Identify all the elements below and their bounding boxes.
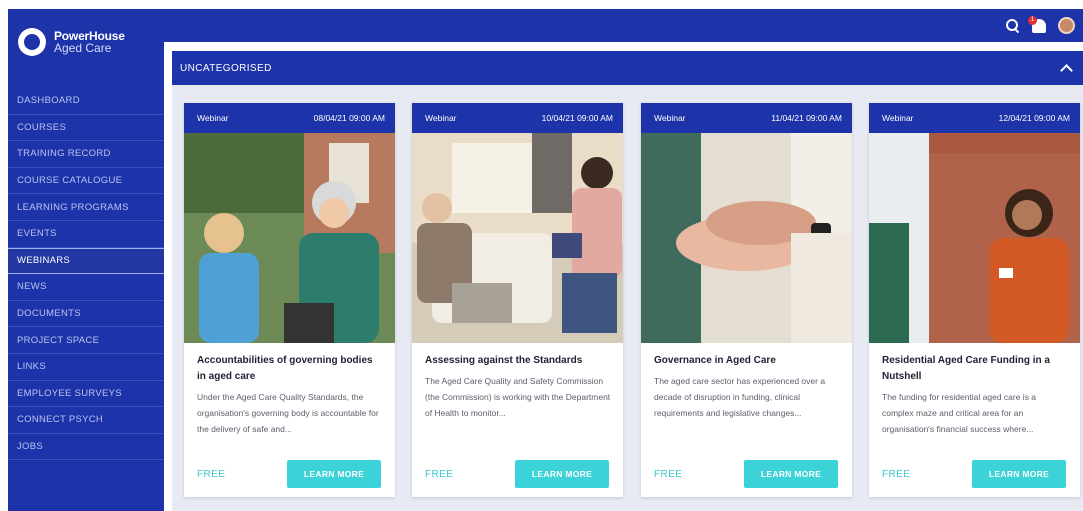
sidebar: PowerHouse Aged Care DASHBOARD COURSES T… [8, 9, 164, 511]
card-title[interactable]: Accountabilities of governing bodies in … [184, 343, 395, 385]
sidebar-item-connect-psych[interactable]: CONNECT PSYCH [8, 407, 164, 434]
learn-more-button[interactable]: LEARN MORE [287, 460, 381, 488]
sidebar-item-webinars[interactable]: WEBINARS [8, 247, 164, 275]
card-header: Webinar 12/04/21 09:00 AM [869, 103, 1080, 133]
user-avatar[interactable] [1058, 17, 1075, 34]
card-title[interactable]: Governance in Aged Care [641, 343, 852, 369]
sidebar-item-documents[interactable]: DOCUMENTS [8, 301, 164, 328]
webinar-card[interactable]: Webinar 10/04/21 09:00 AM Assessing agai… [412, 103, 623, 497]
sidebar-item-learning-programs[interactable]: LEARNING PROGRAMS [8, 194, 164, 221]
card-description: The Aged Care Quality and Safety Commiss… [425, 376, 611, 418]
card-date: 12/04/21 09:00 AM [998, 113, 1070, 123]
search-icon[interactable] [1005, 18, 1020, 33]
card-header: Webinar 10/04/21 09:00 AM [412, 103, 623, 133]
webinar-card[interactable]: Webinar 11/04/21 09:00 AM Governance in … [641, 103, 852, 497]
sidebar-item-course-catalogue[interactable]: COURSE CATALOGUE [8, 168, 164, 195]
learn-more-button[interactable]: LEARN MORE [972, 460, 1066, 488]
card-type: Webinar [882, 113, 914, 123]
chevron-up-icon[interactable] [1060, 64, 1073, 77]
sidebar-nav: DASHBOARD COURSES TRAINING RECORD COURSE… [8, 88, 164, 461]
brand-logo[interactable]: PowerHouse Aged Care [18, 27, 125, 57]
sidebar-item-links[interactable]: LINKS [8, 354, 164, 381]
section-title: UNCATEGORISED [180, 62, 272, 74]
webinar-card[interactable]: Webinar 08/04/21 09:00 AM Accountabiliti… [184, 103, 395, 497]
sidebar-item-news[interactable]: NEWS [8, 274, 164, 301]
card-description: The funding for residential aged care is… [882, 392, 1037, 434]
brand-name: PowerHouse Aged Care [54, 30, 125, 54]
section-header[interactable]: UNCATEGORISED [172, 51, 1083, 85]
holding-hands-photo [641, 133, 852, 343]
sidebar-item-dashboard[interactable]: DASHBOARD [8, 88, 164, 115]
sidebar-item-training-record[interactable]: TRAINING RECORD [8, 141, 164, 168]
webinar-card[interactable]: Webinar 12/04/21 09:00 AM Residential Ag… [869, 103, 1080, 497]
card-type: Webinar [425, 113, 457, 123]
sidebar-item-jobs[interactable]: JOBS [8, 434, 164, 461]
bell-icon[interactable]: 1 [1028, 15, 1046, 33]
smiling-staff-member-photo [869, 133, 1080, 343]
sidebar-item-project-space[interactable]: PROJECT SPACE [8, 327, 164, 354]
sidebar-item-employee-surveys[interactable]: EMPLOYEE SURVEYS [8, 381, 164, 408]
learn-more-button[interactable]: LEARN MORE [744, 460, 838, 488]
top-bar-actions: 1 [1005, 15, 1075, 34]
carer-with-resident-photo [184, 133, 395, 343]
sidebar-item-courses[interactable]: COURSES [8, 115, 164, 142]
card-date: 08/04/21 09:00 AM [313, 113, 385, 123]
price-label: FREE [425, 468, 454, 480]
card-footer: FREE LEARN MORE [197, 460, 381, 488]
card-header: Webinar 08/04/21 09:00 AM [184, 103, 395, 133]
card-description: Under the Aged Care Quality Standards, t… [197, 392, 379, 434]
card-image[interactable] [869, 133, 1080, 343]
card-footer: FREE LEARN MORE [654, 460, 838, 488]
app-root: PowerHouse Aged Care DASHBOARD COURSES T… [0, 0, 1083, 511]
assessment-conversation-photo [412, 133, 623, 343]
card-title[interactable]: Assessing against the Standards [412, 343, 623, 369]
card-image[interactable] [412, 133, 623, 343]
card-date: 11/04/21 09:00 AM [771, 113, 842, 123]
card-date: 10/04/21 09:00 AM [541, 113, 613, 123]
notification-badge: 1 [1028, 15, 1037, 25]
card-description: The aged care sector has experienced ove… [654, 376, 826, 418]
card-title[interactable]: Residential Aged Care Funding in a Nutsh… [869, 343, 1080, 385]
price-label: FREE [654, 468, 683, 480]
price-label: FREE [197, 468, 226, 480]
card-image[interactable] [641, 133, 852, 343]
card-footer: FREE LEARN MORE [882, 460, 1066, 488]
card-header: Webinar 11/04/21 09:00 AM [641, 103, 852, 133]
top-bar: 1 [164, 9, 1083, 42]
card-type: Webinar [197, 113, 229, 123]
card-image[interactable] [184, 133, 395, 343]
card-type: Webinar [654, 113, 686, 123]
sidebar-item-events[interactable]: EVENTS [8, 221, 164, 248]
learn-more-button[interactable]: LEARN MORE [515, 460, 609, 488]
brand-line2: Aged Care [54, 41, 112, 55]
logo-ring-icon [18, 28, 46, 56]
price-label: FREE [882, 468, 911, 480]
card-footer: FREE LEARN MORE [425, 460, 609, 488]
